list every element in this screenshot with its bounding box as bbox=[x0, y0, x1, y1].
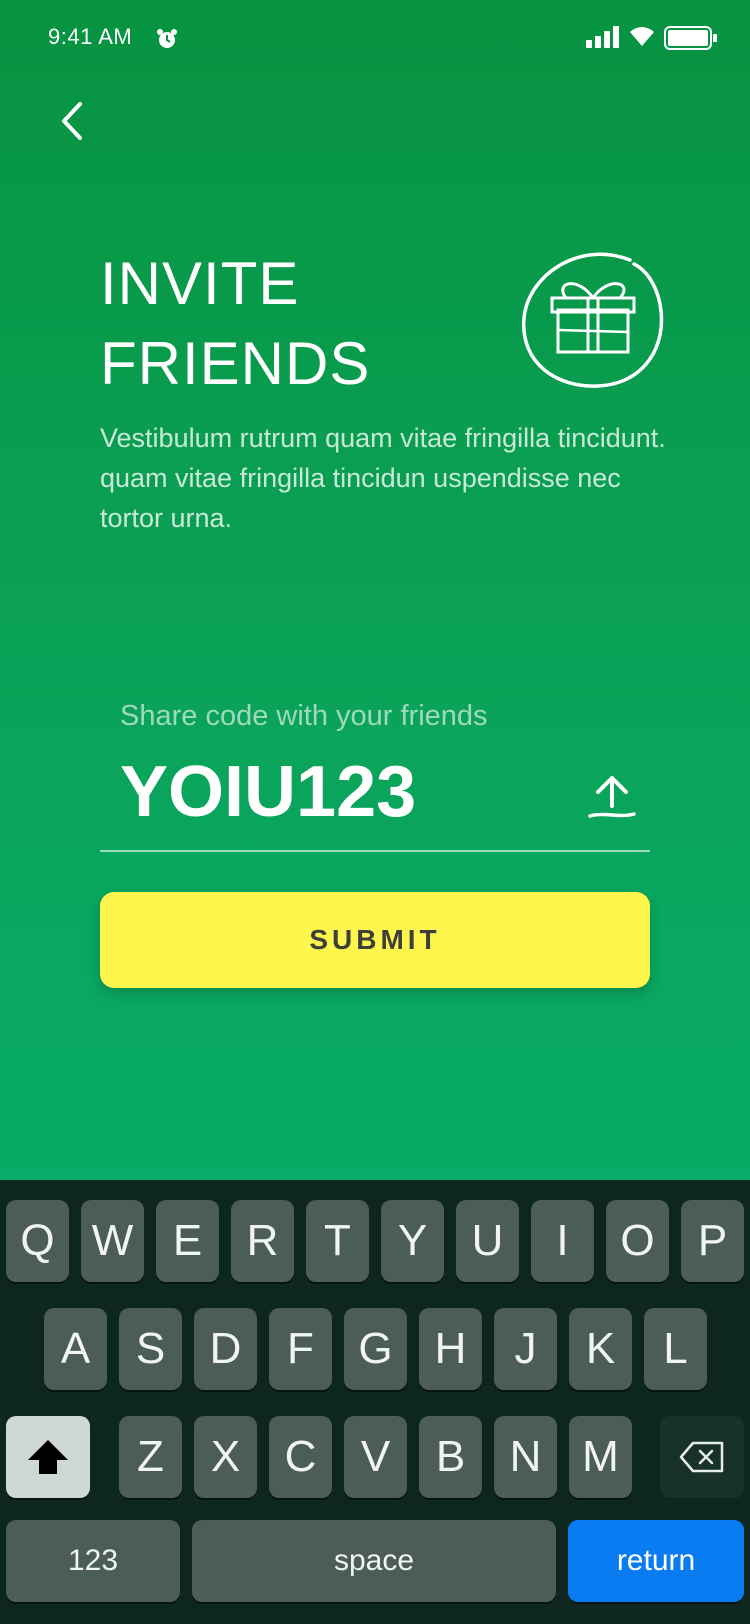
key-w[interactable]: W bbox=[81, 1200, 144, 1282]
key-p[interactable]: P bbox=[681, 1200, 744, 1282]
key-m[interactable]: M bbox=[569, 1416, 632, 1498]
key-g[interactable]: G bbox=[344, 1308, 407, 1390]
signal-icon bbox=[586, 26, 619, 48]
invite-screen: 9:41 AM INVITE FRIENDS Vestibulum rutrum… bbox=[0, 0, 750, 1180]
numbers-key[interactable]: 123 bbox=[6, 1520, 180, 1602]
key-h[interactable]: H bbox=[419, 1308, 482, 1390]
key-f[interactable]: F bbox=[269, 1308, 332, 1390]
shift-arrow-icon bbox=[28, 1440, 68, 1474]
key-j[interactable]: J bbox=[494, 1308, 557, 1390]
key-s[interactable]: S bbox=[119, 1308, 182, 1390]
key-a[interactable]: A bbox=[44, 1308, 107, 1390]
key-b[interactable]: B bbox=[419, 1416, 482, 1498]
key-o[interactable]: O bbox=[606, 1200, 669, 1282]
key-e[interactable]: E bbox=[156, 1200, 219, 1282]
key-x[interactable]: X bbox=[194, 1416, 257, 1498]
key-i[interactable]: I bbox=[531, 1200, 594, 1282]
share-code-value: YOIU123 bbox=[120, 752, 417, 832]
key-q[interactable]: Q bbox=[6, 1200, 69, 1282]
key-k[interactable]: K bbox=[569, 1308, 632, 1390]
battery-icon bbox=[664, 26, 717, 50]
key-c[interactable]: C bbox=[269, 1416, 332, 1498]
title-line-1: INVITE bbox=[100, 250, 300, 317]
key-z[interactable]: Z bbox=[119, 1416, 182, 1498]
backspace-icon bbox=[679, 1441, 724, 1473]
key-n[interactable]: N bbox=[494, 1416, 557, 1498]
title-line-2: FRIENDS bbox=[100, 330, 371, 397]
description: Vestibulum rutrum quam vitae fringilla t… bbox=[100, 423, 666, 533]
keyboard: Q W E R T Y U I O P A S D F G H J K L Z … bbox=[0, 1180, 750, 1624]
key-r[interactable]: R bbox=[231, 1200, 294, 1282]
status-time: 9:41 AM bbox=[48, 24, 133, 49]
key-y[interactable]: Y bbox=[381, 1200, 444, 1282]
submit-button[interactable]: SUBMIT bbox=[100, 892, 650, 988]
delete-key[interactable] bbox=[660, 1416, 744, 1498]
alarm-icon bbox=[157, 29, 177, 48]
key-v[interactable]: V bbox=[344, 1416, 407, 1498]
shift-key[interactable] bbox=[6, 1416, 90, 1498]
gift-icon bbox=[522, 252, 664, 388]
key-l[interactable]: L bbox=[644, 1308, 707, 1390]
back-button[interactable] bbox=[50, 96, 100, 146]
key-u[interactable]: U bbox=[456, 1200, 519, 1282]
key-d[interactable]: D bbox=[194, 1308, 257, 1390]
page-title: INVITE FRIENDS bbox=[100, 244, 370, 404]
share-code-label: Share code with your friends bbox=[120, 700, 488, 732]
space-key[interactable]: space bbox=[192, 1520, 556, 1602]
return-key[interactable]: return bbox=[568, 1520, 744, 1602]
share-code-field: YOIU123 bbox=[100, 742, 650, 852]
upload-icon[interactable] bbox=[586, 772, 638, 822]
wifi-icon bbox=[630, 27, 654, 46]
key-t[interactable]: T bbox=[306, 1200, 369, 1282]
